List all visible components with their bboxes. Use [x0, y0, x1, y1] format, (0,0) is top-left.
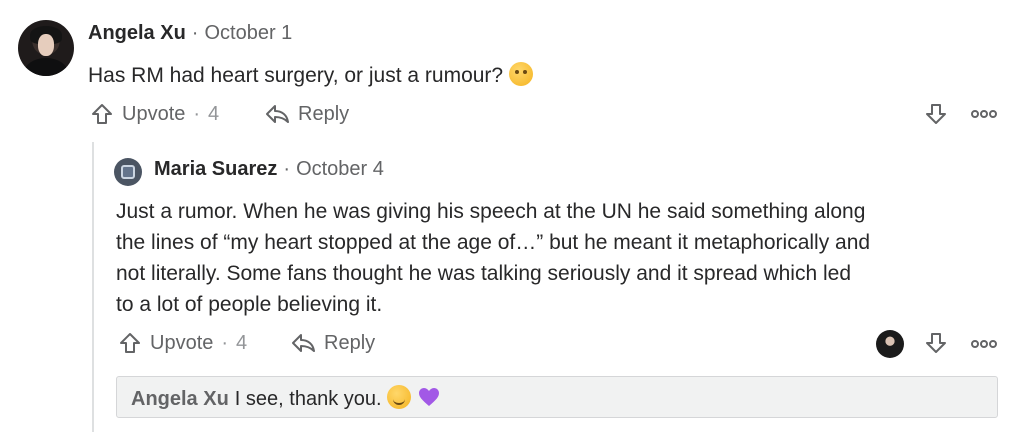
avatar-shoulders — [24, 58, 68, 76]
more-dots-icon — [970, 104, 998, 124]
nested-reply-text: I see, thank you. — [234, 388, 382, 410]
downvote-button[interactable] — [924, 102, 948, 126]
reply-text-line: to a lot of people believing it. — [116, 293, 383, 316]
avatar-window-graphic — [121, 165, 135, 179]
comment-body: Has RM had heart surgery, or just a rumo… — [88, 60, 533, 91]
downvote-arrow-icon — [924, 331, 948, 355]
reply-label: Reply — [324, 331, 376, 354]
reply-arrow-icon — [290, 331, 316, 355]
nested-reply-content: Angela Xu I see, thank you. — [131, 385, 441, 415]
reply-header-separator: · — [283, 158, 291, 180]
reply-arrow-icon — [264, 102, 290, 126]
reply-text-line: not literally. Some fans thought he was … — [116, 262, 852, 285]
avatar-face — [38, 34, 54, 56]
purple-heart-emoji-icon — [417, 385, 441, 415]
reply-date[interactable]: October 4 — [296, 158, 384, 180]
reply-downvote-button[interactable] — [924, 331, 948, 355]
upvote-separator: · — [193, 102, 201, 125]
reply-upvote-button[interactable]: Upvote · 4 — [118, 331, 247, 355]
reply-body: Just a rumor. When he was giving his spe… — [116, 196, 870, 320]
nested-reply-box[interactable]: Angela Xu I see, thank you. — [116, 376, 998, 418]
reply-more-options-button[interactable] — [970, 334, 998, 354]
upvote-arrow-icon — [118, 331, 142, 355]
reply-label: Reply — [298, 102, 350, 125]
angela-avatar[interactable] — [18, 20, 74, 76]
maria-avatar[interactable] — [114, 158, 142, 186]
upvote-count: 4 — [208, 102, 220, 125]
upvote-label: Upvote — [150, 331, 214, 354]
upvote-separator: · — [221, 331, 229, 354]
nested-reply-author[interactable]: Angela Xu — [131, 388, 229, 410]
thread-line — [92, 142, 94, 432]
comment-date[interactable]: October 1 — [204, 22, 292, 44]
comment-text: Has RM had heart surgery, or just a rumo… — [88, 64, 504, 87]
more-dots-icon — [970, 334, 998, 354]
reply-reply-button[interactable]: Reply — [290, 331, 375, 355]
thinking-face-emoji-icon — [508, 62, 533, 86]
reply-author[interactable]: Maria Suarez — [154, 158, 277, 180]
upvote-label: Upvote — [122, 102, 186, 125]
upvote-count: 4 — [236, 331, 248, 354]
reply-text-line: the lines of “my heart stopped at the ag… — [116, 231, 871, 254]
upvote-button[interactable]: Upvote · 4 — [90, 102, 219, 126]
downvote-arrow-icon — [924, 102, 948, 126]
comment-author[interactable]: Angela Xu — [88, 22, 186, 44]
upvote-arrow-icon — [90, 102, 114, 126]
replier-avatar[interactable] — [876, 330, 904, 358]
reply-text-line: Just a rumor. When he was giving his spe… — [116, 200, 866, 223]
reply-button[interactable]: Reply — [264, 102, 349, 126]
reply-header: Maria Suarez · October 4 — [154, 158, 384, 181]
header-separator: · — [191, 22, 199, 44]
more-options-button[interactable] — [970, 104, 998, 124]
comment-header: Angela Xu · October 1 — [88, 22, 292, 45]
smiling-face-emoji-icon — [387, 385, 412, 409]
